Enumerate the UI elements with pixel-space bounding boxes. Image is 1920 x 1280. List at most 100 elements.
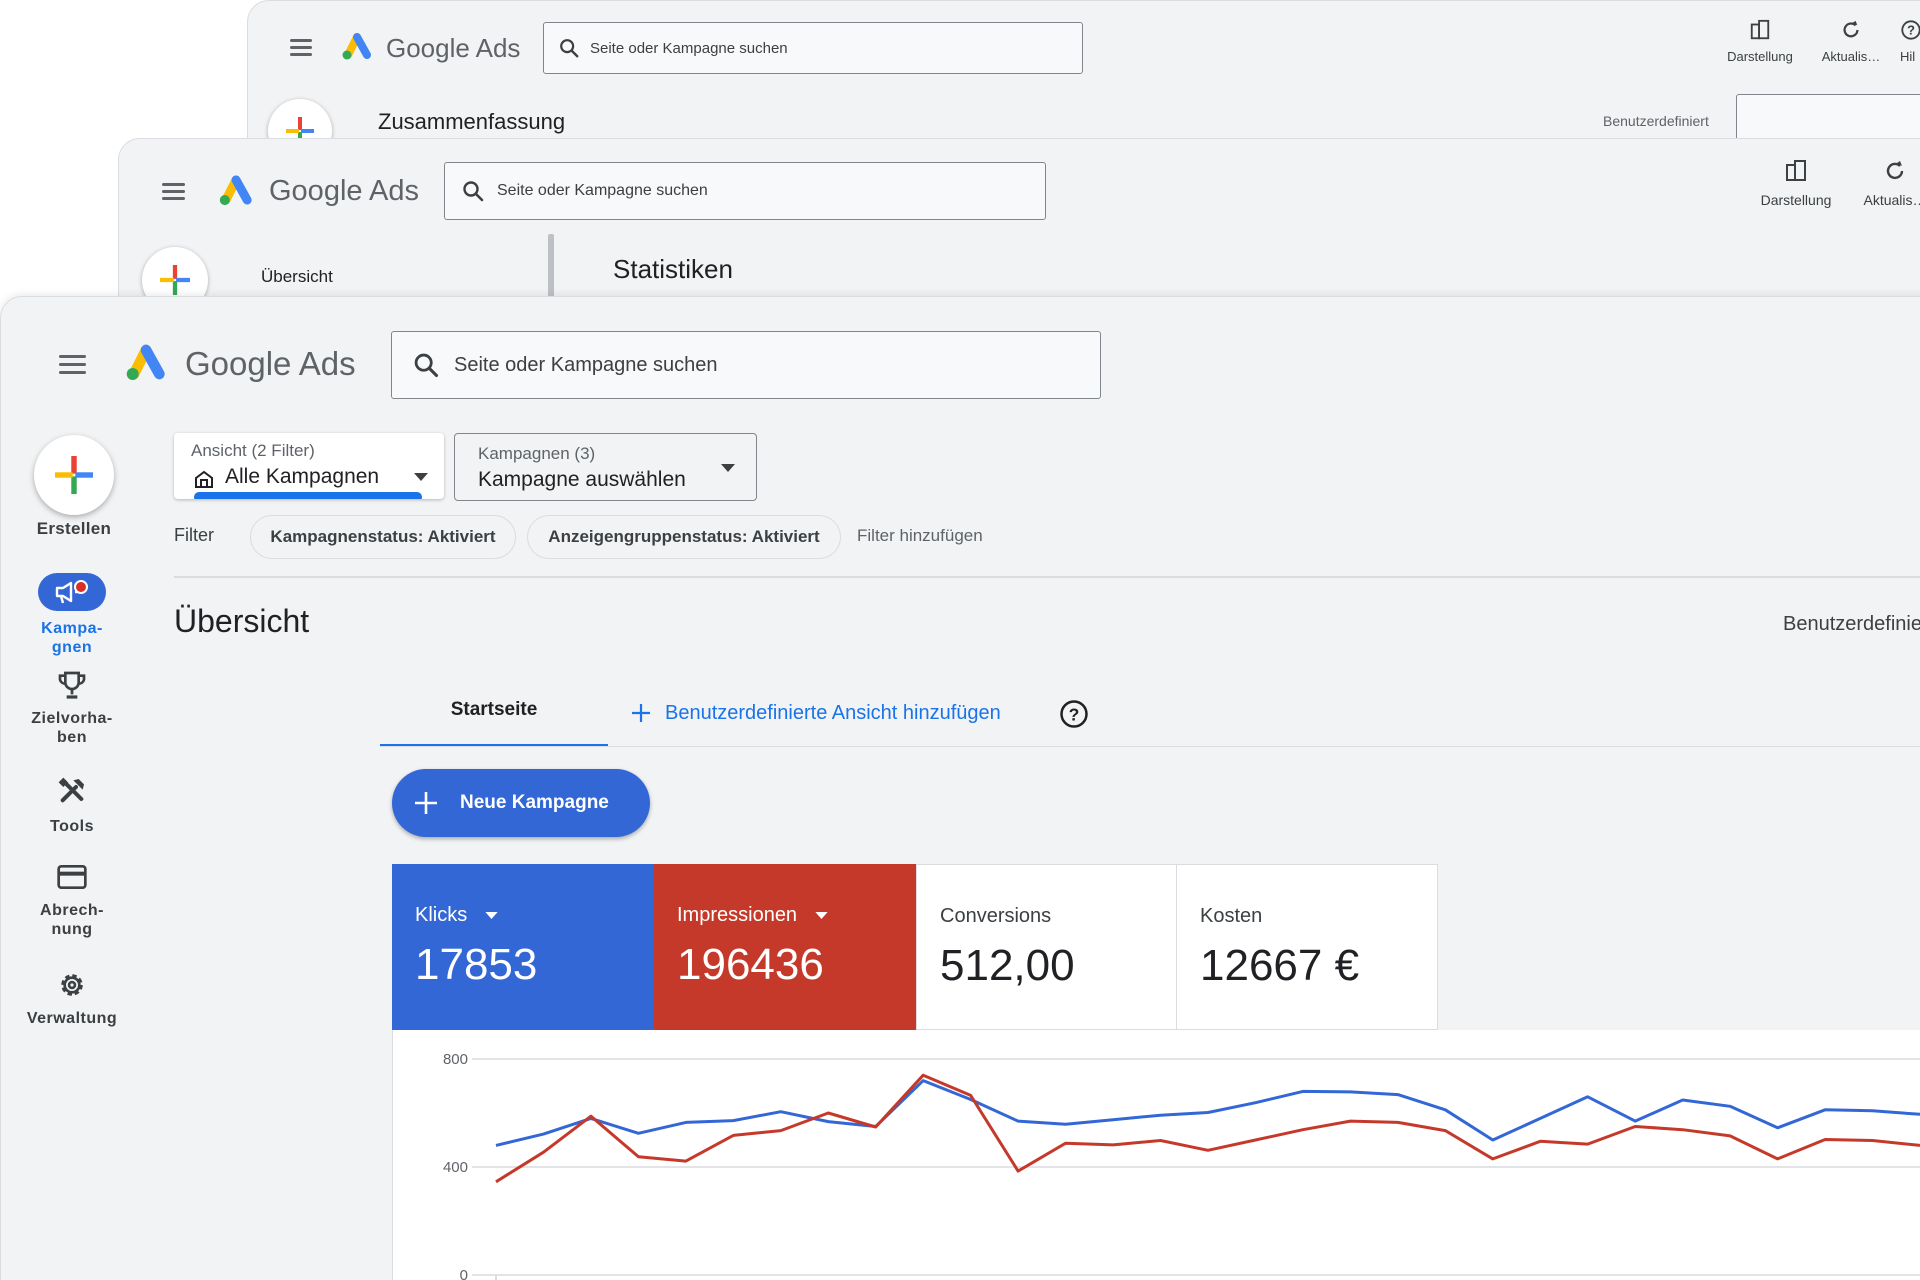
search-input[interactable]: Seite oder Kampagne suchen xyxy=(391,331,1101,399)
nav-label-billing: Abrech- nung xyxy=(40,902,104,938)
nav-item-billing[interactable]: Abrech- nung xyxy=(1,863,143,939)
menu-icon[interactable] xyxy=(290,39,312,56)
help-icon: ? xyxy=(1901,20,1920,40)
metric-label-costs: Kosten xyxy=(1200,905,1263,927)
refresh-button[interactable]: Aktualis… xyxy=(1859,159,1920,208)
filter-chip-campaign-status[interactable]: Kampagnenstatus: Aktiviert xyxy=(250,515,516,559)
svg-text:?: ? xyxy=(1069,704,1080,724)
search-icon xyxy=(560,39,579,58)
divider xyxy=(174,576,1920,578)
help-label: Hil xyxy=(1900,49,1916,64)
y-tick-label: 400 xyxy=(443,1159,468,1176)
nav-item-overview[interactable]: Übersicht xyxy=(261,267,333,287)
nav-item-campaigns[interactable]: Kampa- gnen xyxy=(1,573,143,657)
add-custom-view-label: Benutzerdefinierte Ansicht hinzufügen xyxy=(665,701,1001,724)
search-input[interactable]: Seite oder Kampagne suchen xyxy=(543,22,1083,74)
new-campaign-label: Neue Kampagne xyxy=(460,792,609,813)
y-tick-label: 800 xyxy=(443,1051,468,1068)
back-window: Google Ads Seite oder Kampagne suchen Da… xyxy=(247,0,1920,160)
appearance-icon xyxy=(1786,160,1806,181)
date-range-label: Benutzerdefiniert xyxy=(1603,113,1709,129)
performance-chart: 800 400 0 xyxy=(443,1051,1920,1280)
view-dropdown-label: Ansicht (2 Filter) xyxy=(191,441,315,460)
add-filter-link[interactable]: Filter hinzufügen xyxy=(857,526,983,546)
campaign-dropdown-value: Kampagne auswählen xyxy=(478,468,686,491)
menu-icon[interactable] xyxy=(59,355,86,374)
tab-home-label: Startseite xyxy=(450,699,538,720)
building-icon xyxy=(195,470,213,488)
metric-value-impressions: 196436 xyxy=(677,940,824,989)
view-dropdown-value: Alle Kampagnen xyxy=(225,465,380,488)
view-dropdown[interactable]: Ansicht (2 Filter) Alle Kampagnen xyxy=(174,433,444,499)
create-button[interactable] xyxy=(34,435,114,515)
metric-value-clicks: 17853 xyxy=(415,940,538,989)
add-custom-view-button[interactable]: Benutzerdefinierte Ansicht hinzufügen xyxy=(631,697,1001,729)
campaign-dropdown[interactable]: Kampagnen (3) Kampagne auswählen xyxy=(454,433,757,501)
credit-card-icon xyxy=(57,865,87,889)
appearance-label: Darstellung xyxy=(1727,49,1793,64)
metric-value-costs: 12667 € xyxy=(1200,941,1360,990)
logo-text: Google Ads xyxy=(269,175,419,207)
date-range-label[interactable]: Benutzerdefinie xyxy=(1783,613,1920,636)
middle-window: Google Ads Seite oder Kampagne suchen Da… xyxy=(118,138,1920,318)
nav-item-goals[interactable]: Zielvorha- ben xyxy=(1,669,143,747)
refresh-button[interactable]: Aktualis… xyxy=(1818,19,1884,64)
plus-icon xyxy=(415,792,437,814)
search-icon xyxy=(414,353,439,378)
tab-home[interactable]: Startseite xyxy=(380,679,608,747)
date-range-picker[interactable] xyxy=(1736,94,1920,144)
metric-card-costs[interactable]: Kosten 12667 € xyxy=(1177,864,1438,1030)
logo-text: Google Ads xyxy=(386,33,521,63)
search-placeholder: Seite oder Kampagne suchen xyxy=(590,39,788,57)
google-ads-logo-icon xyxy=(126,344,165,380)
series-line-clicks xyxy=(495,1079,1920,1147)
y-tick-label: 0 xyxy=(460,1267,468,1280)
series-line-impressions xyxy=(495,1073,1920,1184)
nav-item-tools[interactable]: Tools xyxy=(1,775,143,836)
google-ads-logo-icon xyxy=(219,175,252,206)
search-icon xyxy=(463,181,484,202)
filter-label: Filter xyxy=(174,525,214,545)
search-input[interactable]: Seite oder Kampagne suchen xyxy=(444,162,1046,220)
dropdown-arrow-icon xyxy=(414,473,428,481)
svg-text:?: ? xyxy=(1907,23,1915,38)
appearance-button[interactable]: Darstellung xyxy=(1751,159,1841,208)
plus-icon xyxy=(55,456,93,494)
plus-icon xyxy=(632,704,650,722)
nav-label-admin: Verwaltung xyxy=(26,1010,118,1027)
refresh-label: Aktualis… xyxy=(1863,192,1920,208)
logo-text: Google Ads xyxy=(185,345,356,382)
plus-icon xyxy=(160,265,190,295)
metric-card-clicks[interactable]: Klicks 17853 xyxy=(392,864,654,1030)
appearance-button[interactable]: Darstellung xyxy=(1720,19,1800,64)
search-placeholder: Seite oder Kampagne suchen xyxy=(454,353,718,376)
nav-label-tools: Tools xyxy=(50,818,94,835)
nav-label-goals: Zielvorha- ben xyxy=(31,710,113,746)
metric-card-conversions[interactable]: Conversions 512,00 xyxy=(916,864,1177,1030)
filter-chip-adgroup-status[interactable]: Anzeigengruppenstatus: Aktiviert xyxy=(527,515,841,559)
metric-label-conversions: Conversions xyxy=(940,905,1052,927)
metric-value-conversions: 512,00 xyxy=(940,941,1075,990)
menu-icon[interactable] xyxy=(162,183,185,200)
gear-icon xyxy=(61,974,83,996)
metric-label-clicks: Klicks xyxy=(415,904,498,927)
help-icon[interactable]: ? xyxy=(1059,699,1089,729)
help-button[interactable]: ? Hil xyxy=(1900,19,1920,64)
page-title: Übersicht xyxy=(174,603,310,639)
appearance-label: Darstellung xyxy=(1760,192,1832,208)
campaign-dropdown-label: Kampagnen (3) xyxy=(478,444,596,463)
view-dropdown-indicator xyxy=(194,492,422,499)
tabs-divider xyxy=(380,746,1920,747)
page-title: Zusammenfassung xyxy=(378,109,566,134)
dropdown-arrow-icon xyxy=(721,464,735,472)
tools-icon xyxy=(58,777,84,803)
refresh-icon xyxy=(1843,20,1859,38)
new-campaign-button[interactable]: Neue Kampagne xyxy=(392,769,650,837)
metric-card-impressions[interactable]: Impressionen 196436 xyxy=(654,864,916,1030)
appearance-icon xyxy=(1750,19,1770,40)
create-label: Erstellen xyxy=(36,519,112,538)
section-title: Statistiken xyxy=(613,254,733,284)
refresh-icon xyxy=(1886,161,1904,180)
nav-item-admin[interactable]: Verwaltung xyxy=(1,969,143,1028)
metric-label-impressions: Impressionen xyxy=(677,904,828,927)
